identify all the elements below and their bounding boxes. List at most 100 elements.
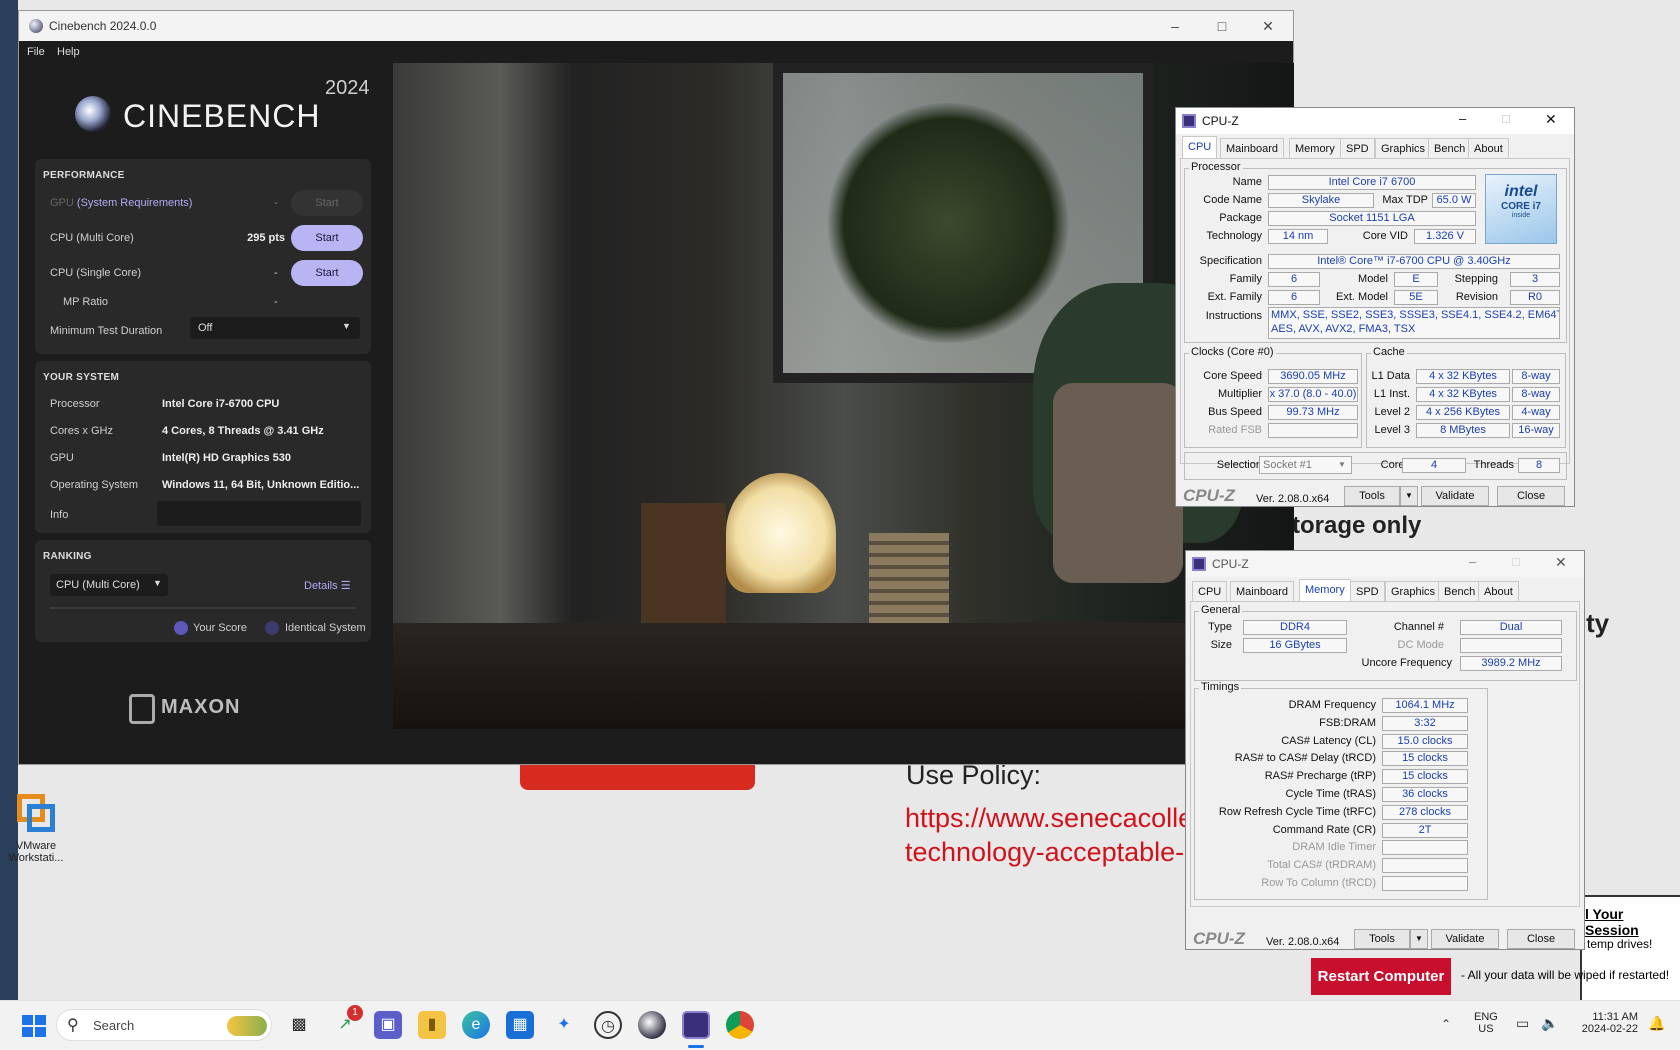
cpuz-tab-graphics[interactable]: Graphics (1385, 581, 1442, 601)
task-view-icon[interactable]: ▩ (285, 1011, 313, 1039)
cpuz-tab-memory[interactable]: Memory (1289, 138, 1341, 158)
cpu-multi-start-button[interactable]: Start (291, 225, 363, 251)
model-field: E (1394, 272, 1438, 287)
system-label-os: Operating System (50, 479, 139, 491)
bg-text-ty: ty (1586, 608, 1610, 638)
package-field: Socket 1151 LGA (1268, 211, 1476, 226)
gpu-start-button[interactable]: Start (291, 190, 363, 216)
cpu-single-score: - (274, 267, 278, 279)
tools-dropdown-button[interactable]: ▼ (1400, 486, 1418, 506)
cpuz-tab-cpu[interactable]: CPU (1192, 581, 1228, 601)
codename-label: Code Name (1203, 194, 1262, 206)
microsoft-store-icon[interactable]: ▦ (506, 1011, 534, 1039)
bird-app-icon[interactable]: ✦ (550, 1011, 578, 1039)
minimize-button[interactable]: – (1459, 111, 1466, 126)
your-system-heading: YOUR SYSTEM (43, 372, 120, 383)
close-window-button[interactable]: Close (1507, 929, 1575, 949)
tools-button[interactable]: Tools (1344, 486, 1400, 506)
close-button[interactable]: ✕ (1245, 11, 1291, 41)
cpuz-tab-cpu[interactable]: CPU (1182, 136, 1218, 158)
ranking-dropdown[interactable]: CPU (Multi Core) ▼ (50, 574, 168, 596)
maxon-logo-icon (129, 694, 155, 724)
cpuz-tab-about[interactable]: About (1478, 581, 1519, 601)
cpuz-tab-bench[interactable]: Bench (1428, 138, 1472, 158)
minimize-button[interactable]: – (1469, 554, 1476, 569)
chrome-icon[interactable] (726, 1011, 754, 1039)
name-label: Name (1232, 176, 1262, 188)
cpuz-tab-graphics[interactable]: Graphics (1375, 138, 1432, 158)
language-line1: ENG (1474, 1011, 1498, 1023)
maximize-button[interactable]: □ (1199, 11, 1245, 41)
cpuz-tab-memory[interactable]: Memory (1299, 579, 1351, 601)
tools-dropdown-button[interactable]: ▼ (1410, 929, 1428, 949)
taskbar-search[interactable]: ⚲ Search (56, 1009, 272, 1041)
timing-label: CAS# Latency (CL) (1281, 734, 1376, 747)
cpuz-taskbar-icon[interactable] (682, 1011, 710, 1039)
details-link[interactable]: Details ☰ (304, 579, 351, 592)
cpuz-tab-mainboard[interactable]: Mainboard (1220, 138, 1284, 158)
restart-computer-button[interactable]: Restart Computer (1311, 958, 1451, 995)
l1inst-field: 4 x 32 KBytes (1416, 387, 1510, 402)
cinebench-app-icon (29, 19, 43, 33)
timing-label: DRAM Frequency (1288, 699, 1376, 711)
l1data-label: L1 Data (1371, 370, 1410, 382)
menu-file[interactable]: File (27, 46, 45, 58)
clock[interactable]: 11:31 AM 2024-02-22 (1570, 1011, 1638, 1035)
model-label: Model (1358, 273, 1388, 285)
network-icon[interactable]: ▭ (1516, 1015, 1529, 1032)
volume-icon[interactable]: 🔈 (1541, 1015, 1558, 1032)
socket-select[interactable]: Socket #1 ▼ (1259, 456, 1352, 474)
cpuz-tab-mainboard[interactable]: Mainboard (1230, 581, 1294, 601)
close-button[interactable]: ✕ (1555, 554, 1567, 571)
close-window-button[interactable]: Close (1497, 486, 1565, 506)
minimize-button[interactable]: – (1152, 11, 1198, 41)
maximize-button[interactable]: □ (1512, 554, 1520, 569)
clock-app-icon[interactable]: ◷ (594, 1011, 622, 1039)
language-indicator[interactable]: ENG US (1474, 1011, 1498, 1035)
l1inst-way-field: 8-way (1512, 387, 1560, 402)
teams-chat-icon[interactable]: ▣ (374, 1011, 402, 1039)
validate-button[interactable]: Validate (1421, 486, 1489, 506)
session-notice-title: l Your Session (1585, 906, 1639, 938)
min-test-duration-value: Off (198, 322, 213, 334)
close-button[interactable]: ✕ (1545, 111, 1557, 128)
cpu-single-start-button[interactable]: Start (291, 260, 363, 286)
search-icon: ⚲ (67, 1017, 79, 1034)
chevron-up-icon[interactable]: ⌃ (1441, 1017, 1451, 1031)
system-requirements-link[interactable]: (System Requirements) (77, 197, 193, 209)
active-app-indicator (688, 1045, 704, 1048)
file-explorer-icon[interactable]: ▮ (418, 1011, 446, 1039)
gpu-label-text: GPU (50, 197, 74, 209)
cpuz-logo: CPU-Z (1193, 929, 1245, 948)
cpuz-tab-spd[interactable]: SPD (1340, 138, 1375, 158)
cpuz-tab-about[interactable]: About (1468, 138, 1509, 158)
notification-bell-icon[interactable]: 🔔 (1648, 1015, 1665, 1032)
stocks-app-icon[interactable]: ↗ 1 (331, 1005, 363, 1039)
menu-help[interactable]: Help (57, 46, 80, 58)
render-crate (641, 503, 726, 633)
your-score-legend: Your Score (193, 622, 248, 634)
size-label: Size (1210, 639, 1232, 651)
revision-field: R0 (1510, 290, 1560, 305)
cpuz-tab-bench[interactable]: Bench (1438, 581, 1482, 601)
ranking-divider (50, 607, 356, 609)
tools-button[interactable]: Tools (1354, 929, 1410, 949)
l1inst-label: L1 Inst. (1373, 388, 1410, 400)
specification-field: Intel® Core™ i7-6700 CPU @ 3.40GHz (1268, 254, 1560, 269)
cpu-multi-score: 295 pts (247, 232, 285, 244)
instructions-label: Instructions (1205, 310, 1262, 322)
maximize-button[interactable]: □ (1502, 111, 1510, 126)
chevron-down-icon: ▼ (342, 321, 351, 331)
edge-browser-icon[interactable]: e (462, 1011, 490, 1039)
info-input[interactable] (157, 501, 361, 526)
validate-button[interactable]: Validate (1431, 929, 1499, 949)
min-test-duration-dropdown[interactable]: Off ▼ (190, 317, 360, 339)
cinebench-taskbar-icon[interactable] (638, 1011, 666, 1039)
desktop-icon-vmware[interactable]: VMware Workstati... (4, 790, 68, 864)
intel-badge-brand: intel (1504, 183, 1538, 200)
size-field: 16 GBytes (1243, 638, 1347, 653)
instructions-field: MMX, SSE, SSE2, SSE3, SSSE3, SSE4.1, SSE… (1268, 307, 1560, 339)
start-button[interactable] (18, 1011, 46, 1039)
cpuz-tab-spd[interactable]: SPD (1350, 581, 1385, 601)
channel-label: Channel # (1393, 621, 1444, 633)
